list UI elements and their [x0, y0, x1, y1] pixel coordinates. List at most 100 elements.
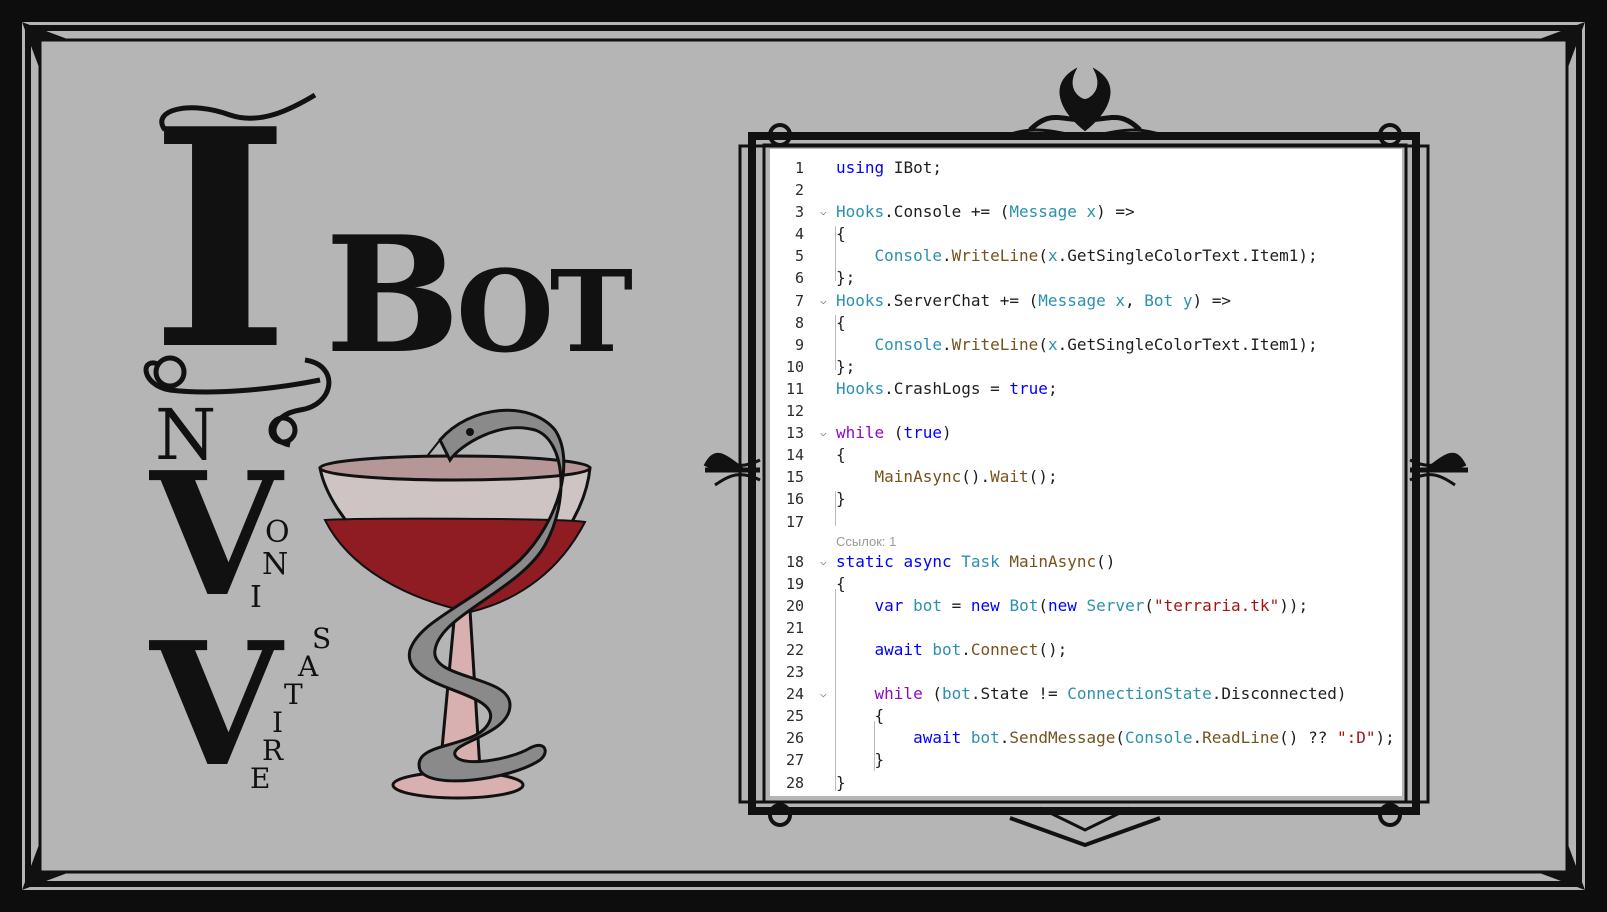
line-number: 16 — [785, 490, 804, 509]
code-line[interactable]: 23 — [778, 661, 1402, 683]
line-number: 12 — [785, 402, 804, 421]
line-number: 13 — [785, 424, 804, 443]
code-line[interactable]: 22 await bot.Connect(); — [778, 639, 1402, 661]
codelens-references[interactable]: Ссылок: 1 — [778, 533, 1402, 551]
line-number: 25 — [785, 707, 804, 726]
line-number: 27 — [785, 751, 804, 770]
code-line[interactable]: 21 — [778, 617, 1402, 639]
line-number: 2 — [794, 181, 804, 200]
line-number: 15 — [785, 468, 804, 487]
line-number: 3 — [794, 203, 804, 222]
code-text: MainAsync().Wait(); — [874, 467, 1058, 487]
code-line[interactable]: 4{ — [778, 223, 1402, 245]
code-line[interactable]: 11 Hooks.CrashLogs = true; — [778, 378, 1402, 400]
code-text: { — [836, 224, 846, 244]
line-number: 28 — [785, 773, 804, 792]
code-lines: 1 using IBot; 2 3 ⌵ Hooks.Console += (Message… — [778, 157, 1402, 794]
code-text: await bot.SendMessage(Console.ReadLine()… — [913, 728, 1395, 748]
line-number: 21 — [785, 618, 804, 637]
code-line[interactable]: 2 — [778, 179, 1402, 201]
code-text: }; — [836, 268, 856, 288]
line-number: 20 — [785, 596, 804, 615]
indent-guide — [835, 589, 836, 791]
logo-word-bot: Bot — [325, 201, 633, 389]
line-number: 9 — [794, 335, 804, 354]
fold-chevron-icon[interactable]: ⌵ — [820, 201, 827, 223]
logo-letter-n-small: N — [262, 547, 289, 582]
logo-letter-e: E — [250, 762, 271, 795]
fold-chevron-icon[interactable]: ⌵ — [820, 551, 827, 573]
code-text: Hooks.CrashLogs = true; — [836, 378, 1058, 398]
logo-letter-o: O — [265, 515, 290, 550]
code-text: var bot = new Bot(new Server("terraria.t… — [874, 595, 1309, 615]
code-text: { — [836, 445, 846, 465]
code-text: Console.WriteLine(x.GetSingleColorText.I… — [874, 334, 1318, 354]
line-number: 11 — [785, 379, 804, 398]
code-line[interactable]: 8{ — [778, 312, 1402, 334]
indent-guide — [835, 226, 836, 281]
line-number: 17 — [785, 512, 804, 531]
code-text: await bot.Connect(); — [874, 639, 1068, 659]
code-line[interactable]: 13 ⌵ while (true) — [778, 422, 1402, 444]
fold-chevron-icon[interactable]: ⌵ — [820, 422, 827, 444]
code-line[interactable]: 19 { — [778, 573, 1402, 595]
code-text: } — [836, 489, 846, 509]
code-line[interactable]: 12 — [778, 400, 1402, 422]
code-text: } — [836, 750, 885, 770]
fold-chevron-icon[interactable]: ⌵ — [820, 290, 827, 312]
line-number: 8 — [794, 313, 804, 332]
code-text: }; — [836, 356, 856, 376]
line-number: 24 — [785, 685, 804, 704]
logo-letter-v-top: V — [150, 435, 282, 635]
code-line[interactable]: 20 var bot = new Bot(new Server("terrari… — [778, 595, 1402, 617]
indent-guide — [874, 721, 875, 771]
code-text: while (true) — [836, 423, 952, 443]
line-number: 23 — [785, 663, 804, 682]
code-text: { — [836, 312, 846, 332]
code-text: { — [836, 706, 885, 726]
logo-letter-i: I — [150, 63, 291, 416]
line-number: 1 — [794, 159, 804, 177]
indent-guide — [835, 491, 836, 526]
code-text: using IBot; — [836, 158, 942, 177]
code-line[interactable]: 9 Console.WriteLine(x.GetSingleColorText… — [778, 334, 1402, 356]
logo-letter-s: S — [312, 622, 332, 655]
code-line[interactable]: 6}; — [778, 267, 1402, 289]
line-number: 6 — [794, 269, 804, 288]
code-line[interactable]: 15 MainAsync().Wait(); — [778, 466, 1402, 488]
code-line[interactable]: 7 ⌵ Hooks.ServerChat += (Message x, Bot y)… — [778, 290, 1402, 312]
code-line[interactable]: 1 using IBot; — [778, 157, 1402, 179]
code-line[interactable]: 24 ⌵ while (bot.State != ConnectionState.… — [778, 683, 1402, 705]
line-number: 18 — [785, 552, 804, 571]
fold-chevron-icon[interactable]: ⌵ — [820, 683, 827, 705]
code-editor: 1 using IBot; 2 3 ⌵ Hooks.Console += (Message… — [770, 149, 1402, 796]
code-line[interactable]: 28} — [778, 772, 1402, 794]
code-line[interactable]: 26 await bot.SendMessage(Console.ReadLin… — [778, 727, 1402, 749]
code-text: Hooks.Console += (Message x) => — [836, 202, 1135, 222]
line-number: 5 — [794, 247, 804, 266]
line-number: 22 — [785, 640, 804, 659]
line-number: 10 — [785, 357, 804, 376]
code-line[interactable]: 14 { — [778, 444, 1402, 466]
logo-letter-r: R — [262, 734, 284, 767]
line-number: 26 — [785, 729, 804, 748]
logo-letter-a: A — [298, 650, 319, 683]
code-line[interactable]: 18 ⌵ static async Task MainAsync() — [778, 551, 1402, 573]
code-line[interactable]: 25 { — [778, 705, 1402, 727]
code-line[interactable]: 16} — [778, 488, 1402, 510]
line-number: 14 — [785, 446, 804, 465]
code-line[interactable]: 27 } — [778, 749, 1402, 771]
code-text: while (bot.State != ConnectionState.Disc… — [874, 684, 1347, 704]
code-text: Hooks.ServerChat += (Message x, Bot y) =… — [836, 290, 1231, 310]
code-text: static async Task MainAsync() — [836, 551, 1116, 571]
code-line[interactable]: 5 Console.WriteLine(x.GetSingleColorText… — [778, 245, 1402, 267]
line-number: 7 — [794, 291, 804, 310]
code-text: { — [836, 573, 846, 593]
code-text: } — [836, 772, 846, 792]
line-number: 19 — [785, 574, 804, 593]
code-line[interactable]: 10}; — [778, 356, 1402, 378]
code-line[interactable]: 3 ⌵ Hooks.Console += (Message x) => — [778, 201, 1402, 223]
code-line[interactable]: 17 — [778, 511, 1402, 533]
indent-guide — [835, 315, 836, 370]
logo-letter-i-satire: I — [272, 706, 284, 739]
